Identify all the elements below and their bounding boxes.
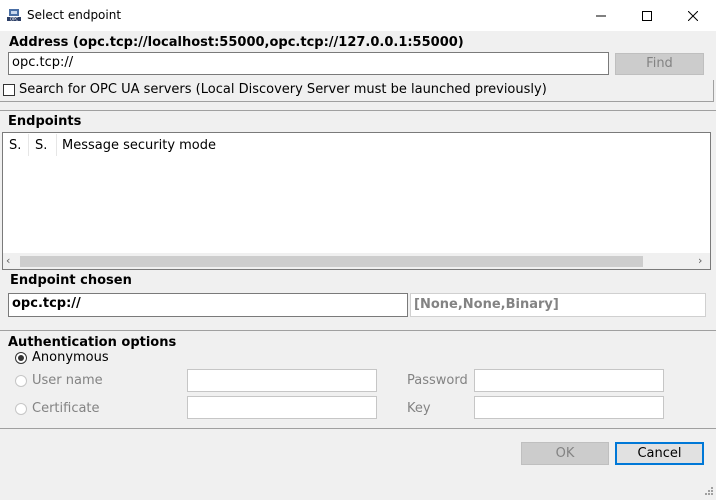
search-checkbox[interactable]	[3, 84, 15, 96]
certificate-input[interactable]	[187, 396, 377, 419]
endpoint-chosen-label: Endpoint chosen	[10, 273, 132, 288]
endpoints-label: Endpoints	[8, 114, 82, 129]
svg-text:OPC: OPC	[10, 17, 19, 22]
username-radio[interactable]	[15, 375, 27, 387]
column-divider	[28, 134, 29, 156]
endpoint-chosen-input[interactable]: opc.tcp://	[8, 293, 408, 317]
password-label: Password	[407, 373, 468, 388]
column-header-s2[interactable]: S.	[35, 138, 47, 153]
password-input[interactable]	[474, 369, 664, 392]
certificate-radio[interactable]	[15, 403, 27, 415]
scroll-left-icon[interactable]: ‹	[6, 254, 10, 267]
divider	[0, 428, 716, 429]
minimize-icon	[596, 15, 606, 16]
scroll-right-icon[interactable]: ›	[698, 254, 702, 267]
ok-button[interactable]: OK	[521, 442, 609, 465]
key-input[interactable]	[474, 396, 664, 419]
resize-grip-icon[interactable]	[704, 485, 714, 500]
key-label: Key	[407, 401, 431, 416]
maximize-button[interactable]	[624, 0, 670, 31]
username-label: User name	[32, 373, 103, 388]
find-button[interactable]: Find	[615, 53, 704, 75]
column-header-message-security-mode[interactable]: Message security mode	[62, 138, 216, 153]
scrollbar-thumb[interactable]	[20, 256, 643, 267]
close-icon	[688, 10, 698, 21]
certificate-label: Certificate	[32, 401, 100, 416]
username-input[interactable]	[187, 369, 377, 392]
divider	[0, 330, 716, 331]
divider	[0, 110, 716, 111]
minimize-button[interactable]	[578, 0, 624, 31]
anonymous-label: Anonymous	[32, 350, 109, 365]
column-header-s1[interactable]: S.	[9, 138, 21, 153]
endpoint-security-field: [None,None,Binary]	[410, 293, 706, 317]
maximize-icon	[642, 10, 652, 21]
auth-label: Authentication options	[8, 335, 177, 350]
close-button[interactable]	[670, 0, 716, 31]
address-label: Address (opc.tcp://localhost:55000,opc.t…	[9, 35, 464, 50]
address-input[interactable]: opc.tcp://	[8, 52, 609, 75]
app-icon: OPC	[6, 7, 22, 23]
column-divider	[56, 134, 57, 156]
window-title: Select endpoint	[27, 8, 122, 22]
search-label: Search for OPC UA servers (Local Discove…	[19, 82, 547, 97]
cancel-button[interactable]: Cancel	[615, 442, 704, 465]
anonymous-radio[interactable]	[15, 352, 27, 364]
